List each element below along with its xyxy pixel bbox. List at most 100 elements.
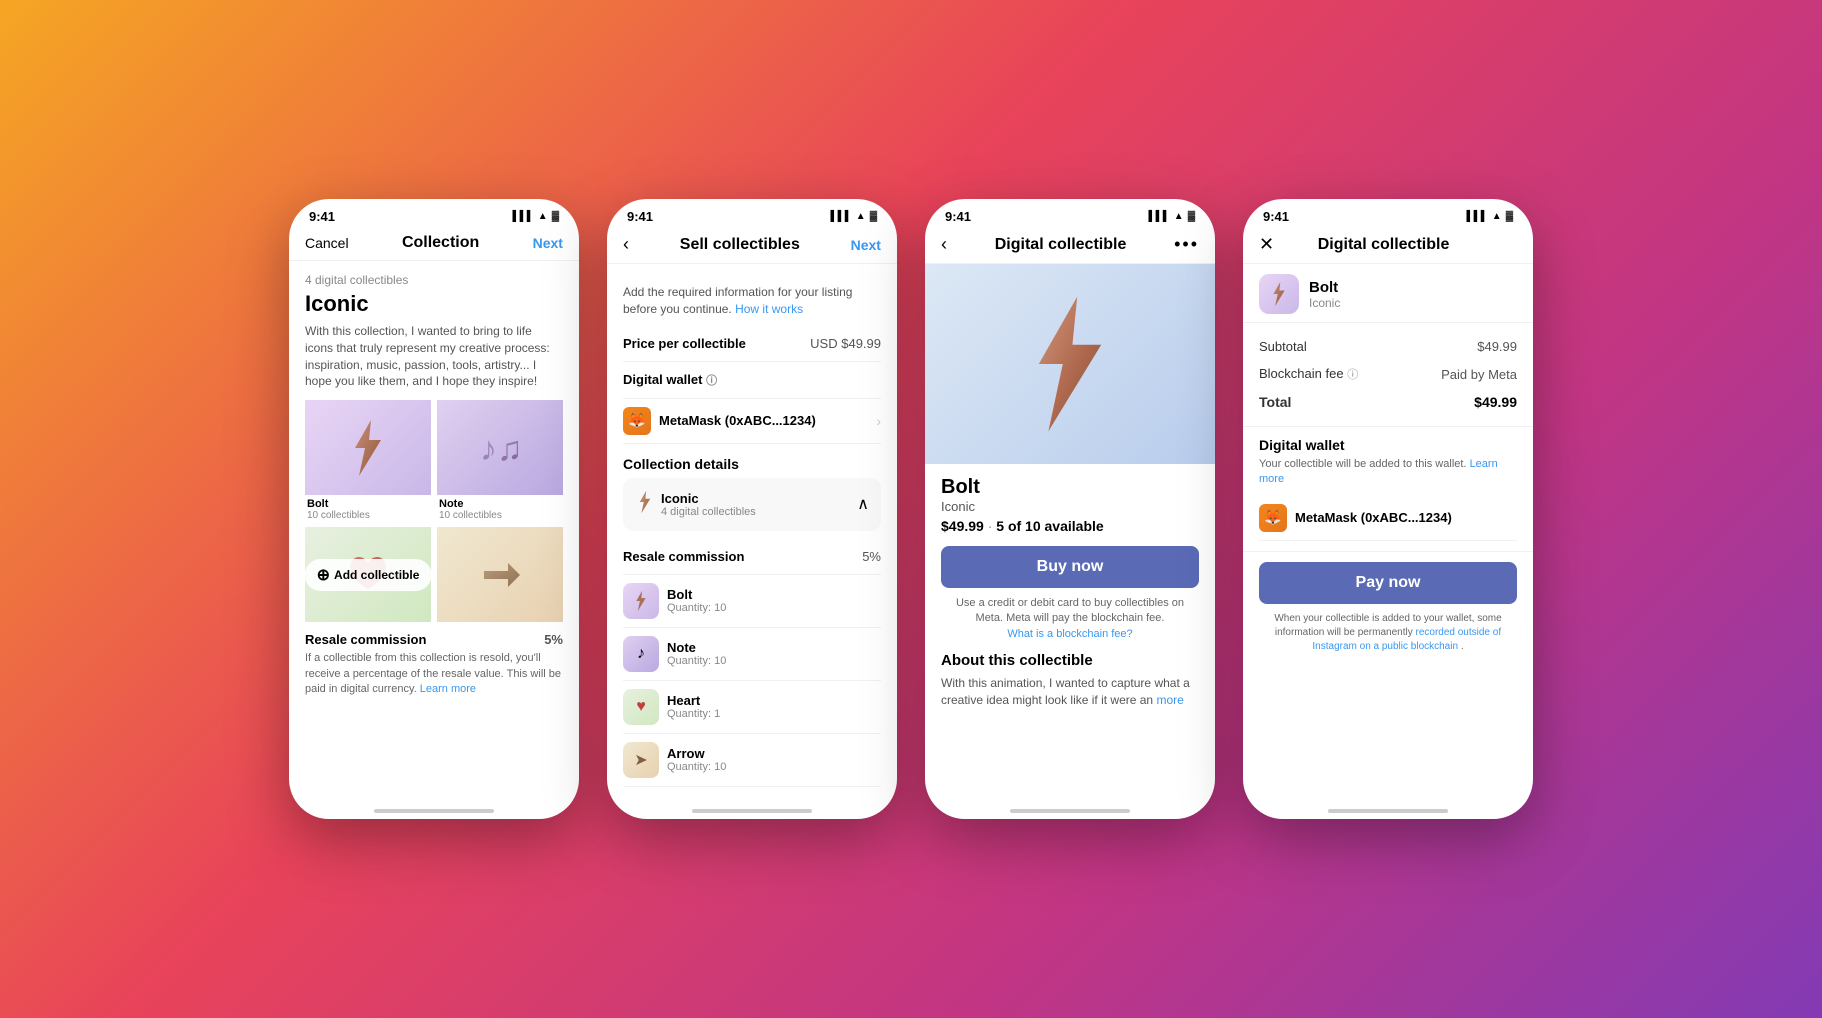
collectible-bolt-info: Bolt Quantity: 10 xyxy=(667,587,726,614)
scroll-2: Add the required information for your li… xyxy=(607,264,897,801)
grid-item-heart[interactable]: ⊕ Add collectible xyxy=(305,527,431,622)
about-more-link[interactable]: more xyxy=(1156,693,1183,707)
back-button-2[interactable]: ‹ xyxy=(623,234,629,255)
collectible-bolt-icon xyxy=(623,583,659,619)
nav-title-4: Digital collectible xyxy=(1318,236,1450,254)
status-icons-4: ▌▌▌ ▲ ▓ xyxy=(1467,211,1513,222)
learn-more-link[interactable]: Learn more xyxy=(420,683,476,695)
next-button-1[interactable]: Next xyxy=(533,235,563,251)
how-it-works-link[interactable]: How it works xyxy=(735,302,803,316)
status-icons-2: ▌▌▌ ▲ ▓ xyxy=(831,211,877,222)
collection-expand[interactable]: Iconic 4 digital collectibles ∧ xyxy=(623,478,881,531)
about-title: About this collectible xyxy=(941,652,1199,669)
wallet-chevron-2: › xyxy=(876,413,881,429)
nav-title-1: Collection xyxy=(402,234,479,252)
grid-item-bolt[interactable]: Bolt 10 collectibles xyxy=(305,400,431,521)
note-item-name: Note xyxy=(667,640,726,655)
grid-item-note[interactable]: ♪♫ Note 10 collectibles xyxy=(437,400,563,521)
collectible-arrow[interactable]: ➤ Arrow Quantity: 10 xyxy=(623,734,881,787)
collectible-heart-info: Heart Quantity: 1 xyxy=(667,693,720,720)
signal-icon-4: ▌▌▌ xyxy=(1467,211,1488,222)
collectible-bolt[interactable]: Bolt Quantity: 10 xyxy=(623,575,881,628)
product-bolt-icon xyxy=(1010,289,1130,439)
about-section: About this collectible With this animati… xyxy=(941,652,1199,709)
note-icon: ♪♫ xyxy=(476,424,524,472)
pay-now-button[interactable]: Pay now xyxy=(1259,562,1517,604)
battery-icon-4: ▓ xyxy=(1506,211,1513,222)
home-indicator-2 xyxy=(692,809,812,813)
expand-count: 4 digital collectibles xyxy=(661,506,857,518)
close-button-4[interactable]: ✕ xyxy=(1259,234,1274,255)
status-bar-1: 9:41 ▌▌▌ ▲ ▓ xyxy=(289,199,579,228)
heart-item-name: Heart xyxy=(667,693,720,708)
home-indicator-4 xyxy=(1328,809,1448,813)
note-name: Note xyxy=(437,498,563,510)
wifi-icon-4: ▲ xyxy=(1492,211,1502,222)
wallet-item-4[interactable]: 🦊 MetaMask (0xABC...1234) xyxy=(1259,496,1517,541)
collectible-heart[interactable]: ♥ Heart Quantity: 1 xyxy=(623,681,881,734)
metamask-icon-4: 🦊 xyxy=(1259,504,1287,532)
back-button-3[interactable]: ‹ xyxy=(941,234,947,255)
bolt-icon xyxy=(343,418,393,478)
bolt-count: 10 collectibles xyxy=(305,510,431,521)
more-button-3[interactable]: ••• xyxy=(1174,234,1199,255)
subtotal-label: Subtotal xyxy=(1259,339,1307,354)
price-breakdown: Subtotal $49.99 Blockchain fee ⓘ Paid by… xyxy=(1243,323,1533,427)
blockchain-fee-link[interactable]: What is a blockchain fee? xyxy=(1007,628,1132,640)
detail-header: Bolt Iconic xyxy=(1243,264,1533,323)
next-button-2[interactable]: Next xyxy=(851,237,881,253)
wallet-name-2: MetaMask (0xABC...1234) xyxy=(659,413,816,428)
content-1: 4 digital collectibles Iconic With this … xyxy=(289,261,579,801)
collectible-note[interactable]: ♪ Note Quantity: 10 xyxy=(623,628,881,681)
wallet-row[interactable]: Digital wallet ⓘ xyxy=(623,362,881,399)
arrow-icon xyxy=(476,551,524,599)
product-price-availability: $49.99 · 5 of 10 available xyxy=(941,518,1199,534)
home-indicator-1 xyxy=(374,809,494,813)
total-row: Total $49.99 xyxy=(1259,388,1517,416)
expand-chevron: ∧ xyxy=(857,494,869,514)
expand-name: Iconic xyxy=(661,491,857,506)
signal-icon-2: ▌▌▌ xyxy=(831,211,852,222)
signal-icon: ▌▌▌ xyxy=(513,211,534,222)
note-image: ♪♫ xyxy=(437,400,563,495)
collection-count: 4 digital collectibles xyxy=(305,273,563,287)
dw-desc: Your collectible will be added to this w… xyxy=(1259,457,1517,488)
arrow-item-name: Arrow xyxy=(667,746,726,761)
about-text: With this animation, I wanted to capture… xyxy=(941,675,1199,709)
scroll-1: 4 digital collectibles Iconic With this … xyxy=(289,261,579,801)
cancel-button[interactable]: Cancel xyxy=(305,235,349,251)
add-collectible-overlay[interactable]: ⊕ Add collectible xyxy=(305,559,432,591)
heart-item-qty: Quantity: 1 xyxy=(667,708,720,720)
arrow-item-qty: Quantity: 10 xyxy=(667,761,726,773)
collectible-arrow-info: Arrow Quantity: 10 xyxy=(667,746,726,773)
collectibles-grid: Bolt 10 collectibles xyxy=(305,400,563,622)
pay-section: Pay now When your collectible is added t… xyxy=(1243,552,1533,664)
metamask-icon-2: 🦊 xyxy=(623,407,651,435)
dw-title: Digital wallet xyxy=(1259,437,1517,453)
note-item-qty: Quantity: 10 xyxy=(667,655,726,667)
wallet-name-4: MetaMask (0xABC...1234) xyxy=(1295,510,1452,525)
product-name: Bolt xyxy=(941,476,1199,499)
nav-bar-4: ✕ Digital collectible xyxy=(1243,228,1533,264)
fee-label: Blockchain fee ⓘ xyxy=(1259,366,1358,382)
battery-icon-3: ▓ xyxy=(1188,211,1195,222)
status-bar-4: 9:41 ▌▌▌ ▲ ▓ xyxy=(1243,199,1533,228)
wallet-item-2[interactable]: 🦊 MetaMask (0xABC...1234) › xyxy=(623,399,881,444)
resale-row-2: Resale commission 5% xyxy=(623,539,881,575)
subtotal-row: Subtotal $49.99 xyxy=(1259,333,1517,360)
grid-item-arrow[interactable] xyxy=(437,527,563,622)
buy-now-button[interactable]: Buy now xyxy=(941,546,1199,588)
wifi-icon-2: ▲ xyxy=(856,211,866,222)
collectible-note-info: Note Quantity: 10 xyxy=(667,640,726,667)
total-value: $49.99 xyxy=(1474,394,1517,410)
phone-2: 9:41 ▌▌▌ ▲ ▓ ‹ Sell collectibles Next Ad… xyxy=(607,199,897,819)
status-time-2: 9:41 xyxy=(627,209,653,224)
price-label: Price per collectible xyxy=(623,336,746,351)
content-4: Bolt Iconic Subtotal $49.99 Blockchain f… xyxy=(1243,264,1533,801)
nav-bar-1: Cancel Collection Next xyxy=(289,228,579,261)
collectible-arrow-icon: ➤ xyxy=(623,742,659,778)
resale-row: Resale commission 5% xyxy=(305,632,563,647)
price-row: Price per collectible USD $49.99 xyxy=(623,326,881,362)
status-time-4: 9:41 xyxy=(1263,209,1289,224)
status-time-1: 9:41 xyxy=(309,209,335,224)
